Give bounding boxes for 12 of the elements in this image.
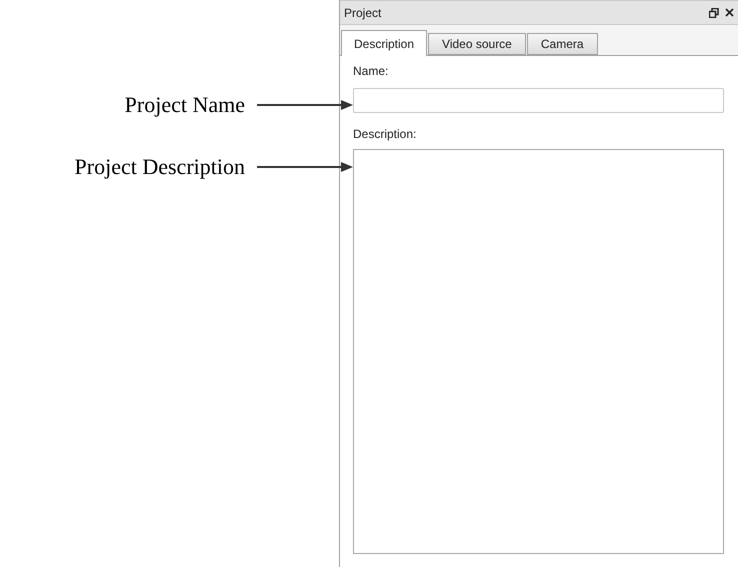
field-label: Name:: [353, 63, 390, 79]
annotation-label: Project Description: [74, 154, 245, 180]
field-label: Description:: [353, 126, 418, 142]
name-field[interactable]: [353, 88, 724, 113]
tab[interactable]: Camera: [526, 33, 598, 55]
panel-title: Project: [344, 4, 382, 22]
annotation-label: Project Name: [124, 92, 245, 118]
restore-icon[interactable]: [709, 8, 719, 18]
description-field[interactable]: [353, 149, 724, 554]
close-icon[interactable]: [725, 8, 734, 17]
tab[interactable]: Video source: [428, 33, 526, 55]
tab[interactable]: Description: [341, 30, 428, 56]
